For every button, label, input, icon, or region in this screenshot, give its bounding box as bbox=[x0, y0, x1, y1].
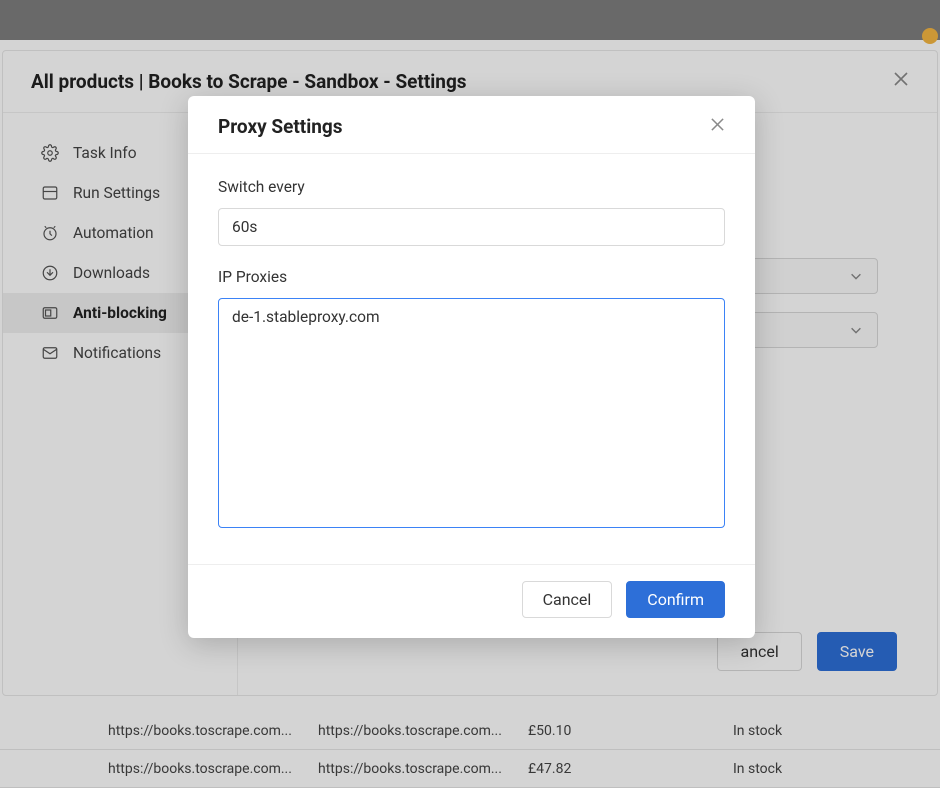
proxy-settings-modal: Proxy Settings Switch every IP Proxies C… bbox=[188, 96, 755, 638]
switch-every-input[interactable] bbox=[218, 208, 725, 246]
switch-every-label: Switch every bbox=[218, 178, 725, 196]
modal-title: Proxy Settings bbox=[218, 115, 343, 138]
modal-confirm-button[interactable]: Confirm bbox=[626, 581, 725, 618]
modal-cancel-button[interactable]: Cancel bbox=[522, 581, 613, 618]
modal-close-icon[interactable] bbox=[710, 116, 725, 137]
ip-proxies-label: IP Proxies bbox=[218, 268, 725, 286]
ip-proxies-textarea[interactable] bbox=[218, 298, 725, 528]
